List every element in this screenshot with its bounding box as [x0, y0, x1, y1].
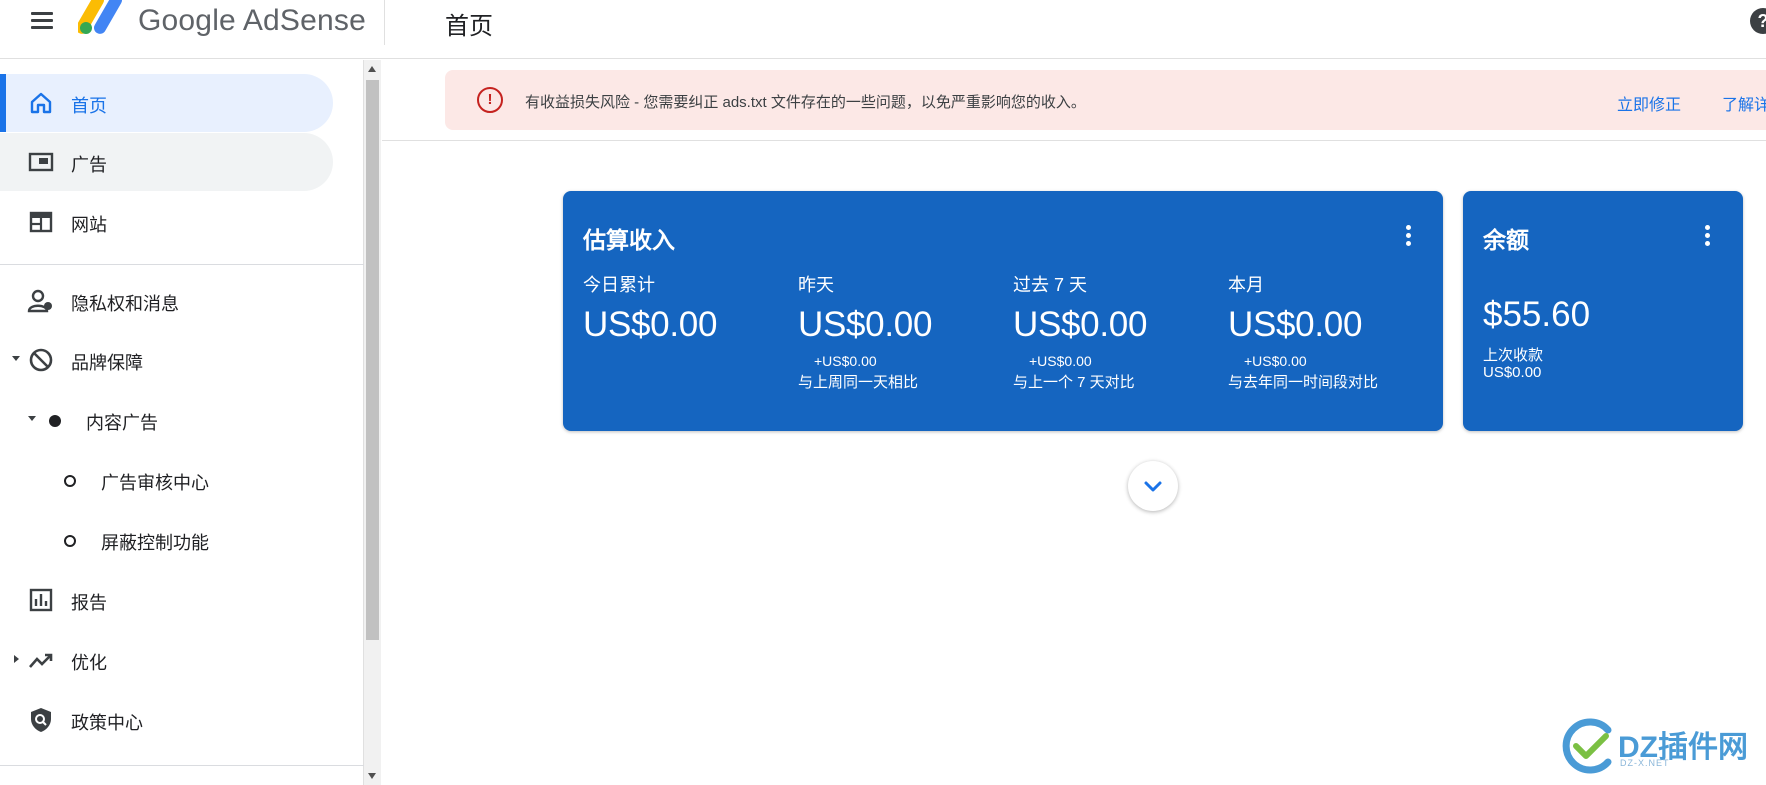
dot-icon [49, 415, 61, 427]
sidebar-item-label: 报告 [71, 593, 107, 613]
sidebar-item-privacy[interactable]: 隐私权和消息 [0, 272, 333, 330]
last-payment-value: US$0.00 [1483, 364, 1542, 381]
metric-change: +US$0.00 [1244, 353, 1307, 369]
metric-value: US$0.00 [798, 305, 933, 344]
chevron-down-icon[interactable] [12, 356, 20, 361]
ads-icon [28, 152, 54, 172]
topbar-divider [384, 0, 385, 45]
sidebar-item-sites[interactable]: 网站 [0, 193, 333, 251]
more-vert-icon[interactable] [1703, 225, 1711, 247]
estimated-earnings-card: 估算收入 今日累计 US$0.00 昨天 US$0.00 +US$0.00 与上… [563, 191, 1443, 431]
sidebar-divider [0, 264, 364, 265]
help-icon[interactable]: ? [1750, 8, 1766, 34]
metric-change: +US$0.00 [814, 353, 877, 369]
sidebar-item-reports[interactable]: 报告 [0, 571, 333, 629]
fix-now-link[interactable]: 立即修正 [1617, 91, 1681, 115]
metric-compare: 与去年同一时间段对比 [1228, 374, 1379, 391]
scroll-up-icon[interactable] [368, 66, 376, 72]
watermark-subtext: DZ-X.NET [1620, 758, 1670, 768]
metric-value: US$0.00 [583, 305, 718, 344]
sidebar-item-policy-center[interactable]: 政策中心 [0, 691, 333, 749]
metric-today: 今日累计 US$0.00 [583, 271, 793, 345]
metric-yesterday: 昨天 US$0.00 +US$0.00 与上周同一天相比 [798, 271, 1008, 392]
metric-last-7-days: 过去 7 天 US$0.00 +US$0.00 与上一个 7 天对比 [1013, 271, 1223, 392]
product-name: Google AdSense [138, 4, 366, 37]
scroll-down-icon[interactable] [368, 773, 376, 779]
top-bar: Google AdSense 首页 ? [0, 0, 1766, 59]
sidebar: 首页 广告 网站 隐私权和消息 品牌保障 内容广告 广告审核中心 屏蔽控制功能 … [0, 60, 364, 785]
sidebar-item-content-ads[interactable]: 内容广告 [0, 391, 333, 449]
balance-value: $55.60 [1483, 295, 1591, 334]
watermark-logo-icon [1562, 718, 1612, 774]
hollow-dot-icon [64, 535, 76, 547]
scroll-thumb[interactable] [366, 80, 379, 640]
error-icon: ! [477, 87, 503, 113]
adsense-app: Google AdSense 首页 ? 首页 广告 [0, 0, 1766, 785]
chevron-right-icon[interactable] [14, 655, 19, 663]
metric-value: US$0.00 [1228, 305, 1363, 344]
content-divider [382, 140, 1766, 141]
metric-value: US$0.00 [1013, 305, 1148, 344]
metric-compare: 与上一个 7 天对比 [1013, 374, 1135, 391]
privacy-icon [27, 289, 52, 313]
alert-message: 有收益损失风险 - 您需要纠正 ads.txt 文件存在的一些问题，以免严重影响… [525, 94, 1086, 111]
metric-label: 昨天 [798, 275, 834, 295]
sidebar-item-label: 首页 [71, 96, 107, 116]
metric-this-month: 本月 US$0.00 +US$0.00 与去年同一时间段对比 [1228, 271, 1438, 392]
learn-more-link[interactable]: 了解详情 [1722, 91, 1766, 115]
trending-up-icon [29, 653, 53, 668]
sidebar-scrollbar[interactable] [364, 60, 381, 785]
sidebar-item-label: 政策中心 [71, 713, 143, 733]
card-title: 估算收入 [583, 227, 675, 253]
sidebar-item-label: 广告审核中心 [101, 473, 209, 493]
metric-label: 本月 [1228, 275, 1264, 295]
sidebar-item-label: 屏蔽控制功能 [101, 533, 209, 553]
home-icon [30, 92, 52, 114]
chevron-down-icon [1144, 481, 1162, 492]
sidebar-item-label: 内容广告 [86, 413, 158, 433]
card-title: 余额 [1483, 227, 1529, 253]
metric-change: +US$0.00 [1029, 353, 1092, 369]
bar-chart-icon [29, 588, 53, 612]
balance-card: 余额 $55.60 上次收款 US$0.00 [1463, 191, 1743, 431]
sidebar-item-optimization[interactable]: 优化 [0, 631, 333, 689]
sidebar-item-ad-review-center[interactable]: 广告审核中心 [0, 451, 333, 509]
metric-label: 今日累计 [583, 275, 655, 295]
more-vert-icon[interactable] [1404, 225, 1412, 247]
sidebar-divider [0, 765, 364, 766]
last-payment-label: 上次收款 [1483, 347, 1544, 364]
sidebar-item-label: 品牌保障 [71, 353, 143, 373]
sidebar-item-label: 隐私权和消息 [71, 294, 179, 314]
expand-button[interactable] [1128, 461, 1178, 511]
metric-compare: 与上周同一天相比 [798, 374, 919, 391]
sidebar-item-blocking-controls[interactable]: 屏蔽控制功能 [0, 511, 333, 569]
page-title: 首页 [445, 13, 493, 40]
chevron-down-icon[interactable] [28, 416, 36, 421]
ads-txt-alert: ! 有收益损失风险 - 您需要纠正 ads.txt 文件存在的一些问题，以免严重… [445, 70, 1766, 130]
block-icon [29, 348, 53, 372]
sites-icon [29, 211, 53, 233]
sidebar-item-brand-safety[interactable]: 品牌保障 [0, 331, 333, 389]
metric-label: 过去 7 天 [1013, 275, 1088, 295]
menu-icon[interactable] [29, 9, 57, 33]
adsense-logo-icon [78, 0, 122, 34]
sidebar-item-home[interactable]: 首页 [0, 74, 333, 132]
sidebar-item-label: 优化 [71, 653, 107, 673]
sidebar-item-label: 广告 [71, 155, 107, 175]
shield-search-icon [31, 708, 51, 732]
sidebar-item-ads[interactable]: 广告 [0, 133, 333, 191]
sidebar-item-label: 网站 [71, 215, 107, 235]
watermark: DZ插件网 DZ-X.NET [1560, 712, 1760, 782]
hollow-dot-icon [64, 475, 76, 487]
